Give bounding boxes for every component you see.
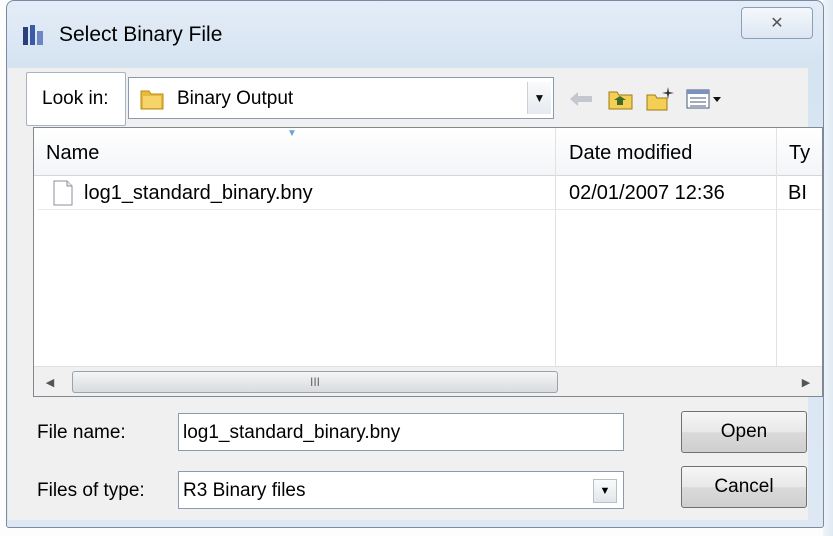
back-arrow-icon [570,92,592,106]
column-header-type[interactable]: Ty [789,142,810,165]
new-folder-icon [646,87,674,111]
view-menu-icon [686,89,721,109]
date-modified-cell: 02/01/2007 12:36 [569,182,725,204]
column-divider [776,128,777,368]
scroll-left-icon[interactable]: ◀ [42,373,58,391]
app-icon [21,23,47,49]
file-name-value: log1_standard_binary.bny [183,422,401,443]
title-bar[interactable]: Select Binary File ✕ [7,1,823,69]
up-folder-icon [608,91,633,110]
close-button[interactable]: ✕ [741,7,813,39]
file-name-input[interactable]: log1_standard_binary.bny [178,413,624,451]
files-of-type-value: R3 Binary files [183,480,306,501]
list-header: ▼ Name Date modified Ty [34,128,822,176]
look-in-dropdown-arrow[interactable]: ▼ [527,82,551,114]
look-in-value: Binary Output [177,88,294,109]
back-button[interactable] [566,84,596,114]
type-cell: BI [788,182,807,204]
close-icon: ✕ [770,15,784,32]
file-list[interactable]: ▼ Name Date modified Ty log1_standard_bi… [33,127,823,397]
scroll-grip: III [309,375,320,389]
column-header-date-modified[interactable]: Date modified [569,142,692,165]
new-folder-button[interactable] [645,84,675,114]
scroll-right-icon[interactable]: ▶ [798,373,814,391]
look-in-label: Look in: [42,88,109,109]
up-folder-button[interactable] [606,84,636,114]
chevron-down-icon[interactable]: ▼ [593,479,617,503]
chevron-down-icon: ▼ [533,91,546,105]
horizontal-scrollbar[interactable]: ◀ III ▶ [34,366,822,396]
column-header-name[interactable]: Name [46,142,99,165]
backdrop-edge [823,0,833,536]
view-menu-button[interactable] [684,84,724,114]
folder-icon [139,86,167,112]
file-icon [52,180,74,206]
window-title: Select Binary File [59,23,223,46]
open-button[interactable]: Open [681,411,807,453]
sort-indicator-icon: ▼ [287,128,297,139]
look-in-dropdown[interactable]: Binary Output ▼ [128,77,554,119]
file-name-label: File name: [37,422,126,443]
files-of-type-label: Files of type: [37,480,145,501]
files-of-type-dropdown[interactable]: R3 Binary files ▼ [178,471,624,509]
table-row[interactable]: log1_standard_binary.bny 02/01/2007 12:3… [38,176,822,210]
file-name-cell: log1_standard_binary.bny [84,182,313,204]
cancel-button[interactable]: Cancel [681,466,807,508]
scroll-thumb[interactable]: III [72,371,558,393]
column-divider [555,128,556,368]
